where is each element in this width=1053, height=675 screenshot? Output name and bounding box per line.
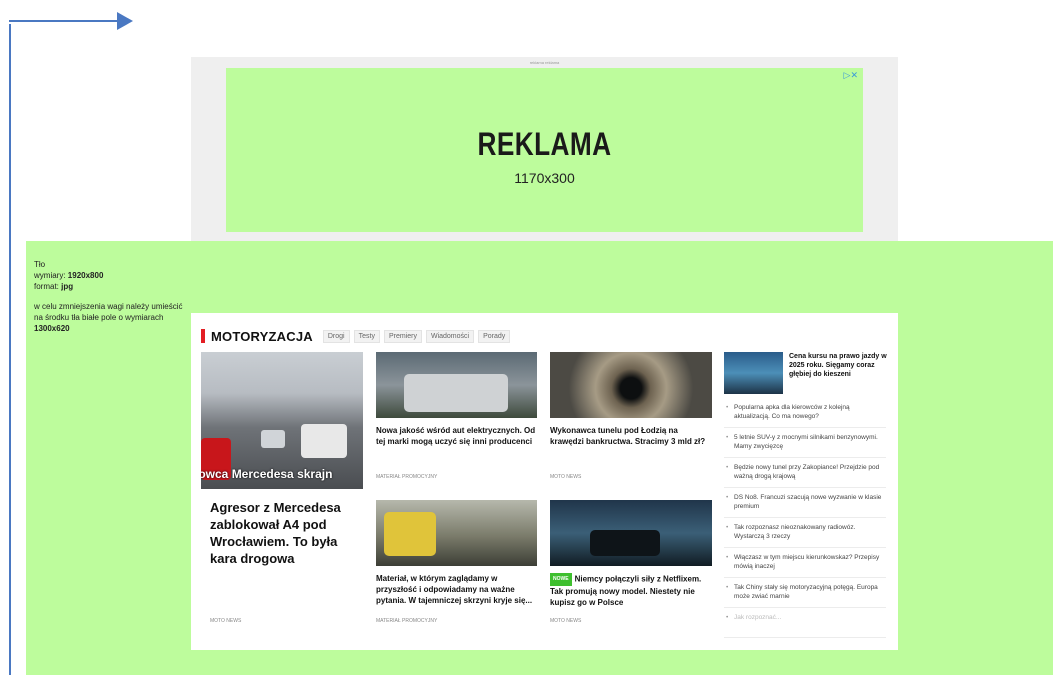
list-item[interactable]: Jak rozpoznać... (724, 613, 886, 638)
card-headline[interactable]: NOWE Niemcy połączyli siły z Netflixem. T… (550, 573, 713, 608)
new-badge: NOWE (550, 573, 572, 586)
section-title[interactable]: MOTORYZACJA (211, 329, 313, 344)
background-note: w celu zmniejszenia wagi należy umieścić… (34, 302, 183, 322)
tab-testy[interactable]: Testy (353, 329, 380, 343)
car-shape (261, 430, 285, 448)
tab-wiadomosci[interactable]: Wiadomości (425, 329, 475, 343)
car-shape (301, 424, 347, 458)
card-image[interactable] (376, 500, 537, 566)
card-source: MATERIAŁ PROMOCYJNY (376, 474, 438, 480)
list-item[interactable]: Tak Chiny stały się motoryzacyjną potęgą… (724, 583, 886, 608)
guide-arrow-line (9, 24, 11, 675)
sidebar-feature-image[interactable] (724, 352, 783, 394)
card-source: MOTO NEWS (550, 474, 582, 480)
format-value: jpg (61, 282, 74, 291)
section-accent-bar (201, 329, 205, 343)
ad-top-note: reklama reklama (529, 60, 560, 65)
lead-headline[interactable]: Agresor z Mercedesa zablokował A4 pod Wr… (210, 499, 358, 567)
dims-value: 1920x800 (67, 271, 104, 280)
list-item[interactable]: 5 letnie SUV-y z mocnymi silnikami benzy… (724, 433, 886, 458)
list-item[interactable]: Będzie nowy tunel przy Zakopiance! Przej… (724, 463, 886, 488)
ad-size: 1170x300 (514, 170, 575, 186)
guide-arrow-line-horizontal (9, 20, 121, 22)
ad-title: REKLAMA (477, 126, 612, 162)
card-headline[interactable]: Materiał, w którym zaglądamy w przyszłoś… (376, 573, 539, 606)
list-item[interactable]: Tak rozpoznasz nieoznakowany radiowóz. W… (724, 523, 886, 548)
news-panel: MOTORYZACJA Drogi Testy Premiery Wiadomo… (191, 313, 898, 650)
sidebar-feature-title[interactable]: Cena kursu na prawo jazdy w 2025 roku. S… (789, 352, 889, 379)
card-headline[interactable]: Wykonawca tunelu pod Łodzią na krawędzi … (550, 425, 713, 447)
adchoices-icon[interactable]: ▷✕ (844, 70, 858, 81)
format-label: format: (34, 282, 59, 291)
tab-premiery[interactable]: Premiery (383, 329, 422, 343)
lead-source: MOTO NEWS (210, 618, 242, 624)
car-shape (404, 374, 508, 412)
lead-image[interactable]: erowca Mercedesa skrajn (201, 352, 363, 489)
card-headline-text: Niemcy połączyli siły z Netflixem. Tak p… (550, 574, 702, 607)
van-shape (384, 512, 436, 556)
ad-container: reklama reklama ▷✕ REKLAMA 1170x300 (191, 57, 898, 241)
card-headline[interactable]: Nowa jakość wśród aut elektrycznych. Od … (376, 425, 539, 447)
background-label: Tło (34, 260, 46, 269)
card-image[interactable] (550, 500, 712, 566)
card-image[interactable] (376, 352, 537, 418)
dims-label: wymiary: (34, 271, 66, 280)
tab-porady[interactable]: Porady (478, 329, 511, 343)
list-item[interactable]: Popularna apka dla kierowców z kolejną a… (724, 403, 886, 428)
car-shape (590, 530, 660, 556)
tab-drogi[interactable]: Drogi (322, 329, 350, 343)
list-item[interactable]: Włączasz w tym miejscu kierunkowskaz? Pr… (724, 553, 886, 578)
list-item[interactable]: DS No8. Francuzi szacują nowe wyzwanie w… (724, 493, 886, 518)
card-image[interactable] (550, 352, 712, 418)
lead-image-caption: erowca Mercedesa skrajn (201, 467, 333, 481)
card-source: MATERIAŁ PROMOCYJNY (376, 618, 438, 624)
background-info: Tło wymiary: 1920x800 format: jpg w celu… (34, 259, 184, 343)
arrow-right-icon (117, 12, 133, 30)
sidebar-list: Popularna apka dla kierowców z kolejną a… (724, 403, 886, 643)
card-source: MOTO NEWS (550, 618, 582, 624)
section-header: MOTORYZACJA Drogi Testy Premiery Wiadomo… (201, 328, 514, 344)
note-value: 1300x620 (34, 324, 70, 333)
ad-banner[interactable]: ▷✕ REKLAMA 1170x300 (226, 68, 863, 232)
